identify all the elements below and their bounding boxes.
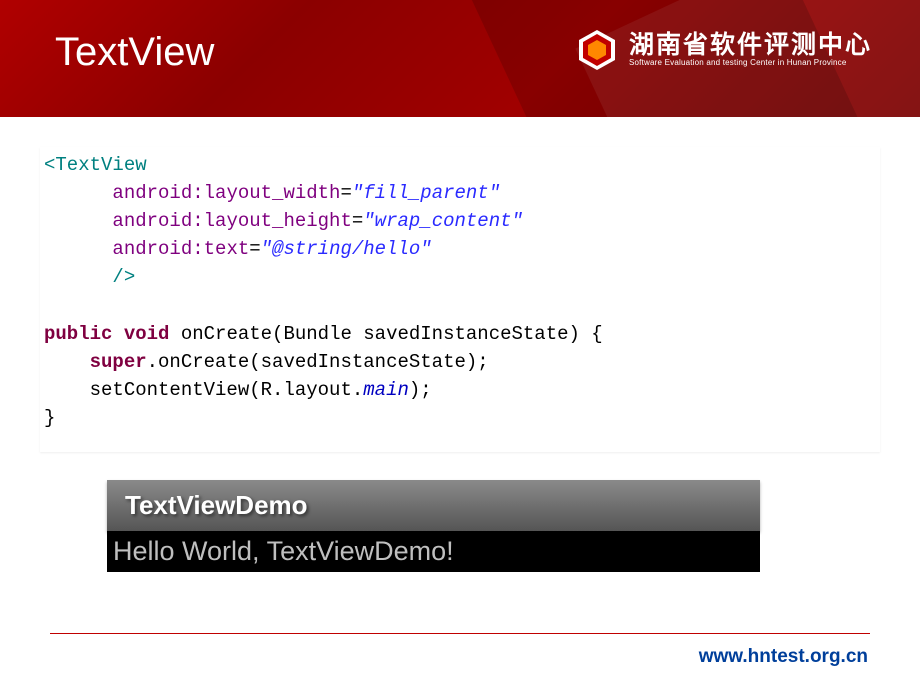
xml-attr1-name: android:layout_width <box>112 182 340 204</box>
android-demo: TextViewDemo Hello World, TextViewDemo! <box>107 480 760 572</box>
java-close: } <box>44 407 55 429</box>
demo-text: Hello World, TextViewDemo! <box>113 536 454 566</box>
java-kw-public: public <box>44 323 112 345</box>
org-name: 湖南省软件评测中心 <box>629 33 872 58</box>
hexagon-logo-icon <box>575 28 619 72</box>
xml-attr2-name: android:layout_height <box>112 210 351 232</box>
java-line2: .onCreate(savedInstanceState); <box>147 351 489 373</box>
java-line3-pre: setContentView(R.layout. <box>90 379 364 401</box>
demo-titlebar: TextViewDemo <box>107 480 760 531</box>
xml-tag-close: /> <box>112 266 135 288</box>
demo-body: Hello World, TextViewDemo! <box>107 531 760 572</box>
org-subtitle: Software Evaluation and testing Center i… <box>629 58 872 68</box>
java-kw-super: super <box>90 351 147 373</box>
java-line3-id: main <box>363 379 409 401</box>
demo-title: TextViewDemo <box>125 490 308 520</box>
java-kw-void: void <box>124 323 170 345</box>
xml-attr3-name: android:text <box>112 238 249 260</box>
xml-attr3-val: "@string/hello" <box>261 238 432 260</box>
slide-title: TextView <box>55 30 214 75</box>
slide-header: TextView 湖南省软件评测中心 Software Evaluation a… <box>0 0 920 117</box>
xml-attr1-val: "fill_parent" <box>352 182 500 204</box>
footer-url: www.hntest.org.cn <box>699 646 868 668</box>
java-sig: onCreate(Bundle savedInstanceState) { <box>169 323 602 345</box>
xml-tag-open: <TextView <box>44 154 147 176</box>
java-line3-post: ); <box>409 379 432 401</box>
org-logo-block: 湖南省软件评测中心 Software Evaluation and testin… <box>575 28 872 72</box>
code-block: <TextView android:layout_width="fill_par… <box>40 147 880 452</box>
xml-attr2-val: "wrap_content" <box>363 210 523 232</box>
slide-content: <TextView android:layout_width="fill_par… <box>0 117 920 582</box>
footer-divider <box>50 633 870 634</box>
